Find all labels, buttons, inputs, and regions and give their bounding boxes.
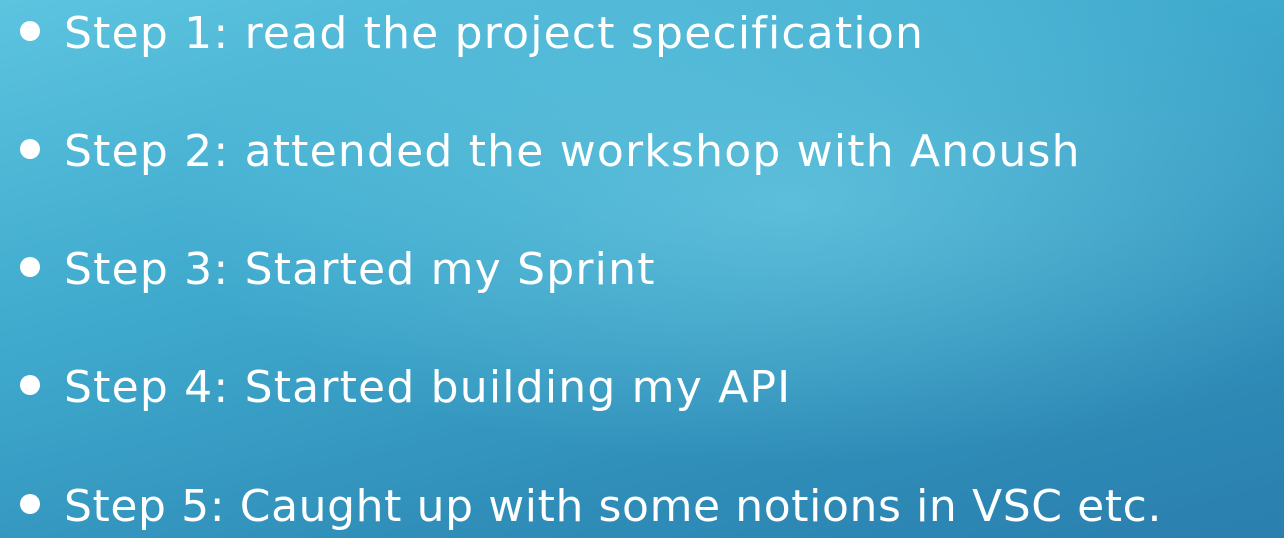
bullet-dot-icon xyxy=(20,375,40,395)
bullet-dot-icon xyxy=(20,257,40,277)
bullet-item-step-3: Step 3: Started my Sprint xyxy=(20,240,656,300)
bullet-text: Step 4: Started building my API xyxy=(64,362,792,413)
bullet-dot-icon xyxy=(20,21,40,41)
bullet-text: Step 5: Caught up with some notions in V… xyxy=(64,481,1163,532)
bullet-item-step-1: Step 1: read the project specification xyxy=(20,4,924,64)
bullet-text: Step 2: attended the workshop with Anous… xyxy=(64,126,1081,177)
bullet-item-step-2: Step 2: attended the workshop with Anous… xyxy=(20,122,1081,182)
bullet-dot-icon xyxy=(20,139,40,159)
bullet-item-step-5: Step 5: Caught up with some notions in V… xyxy=(20,477,1162,537)
bullet-text: Step 1: read the project specification xyxy=(64,8,925,59)
bullet-dot-icon xyxy=(20,494,40,514)
slide: Step 1: read the project specification S… xyxy=(0,0,1284,538)
bullet-item-step-4: Step 4: Started building my API xyxy=(20,358,791,418)
bullet-text: Step 3: Started my Sprint xyxy=(64,244,656,295)
